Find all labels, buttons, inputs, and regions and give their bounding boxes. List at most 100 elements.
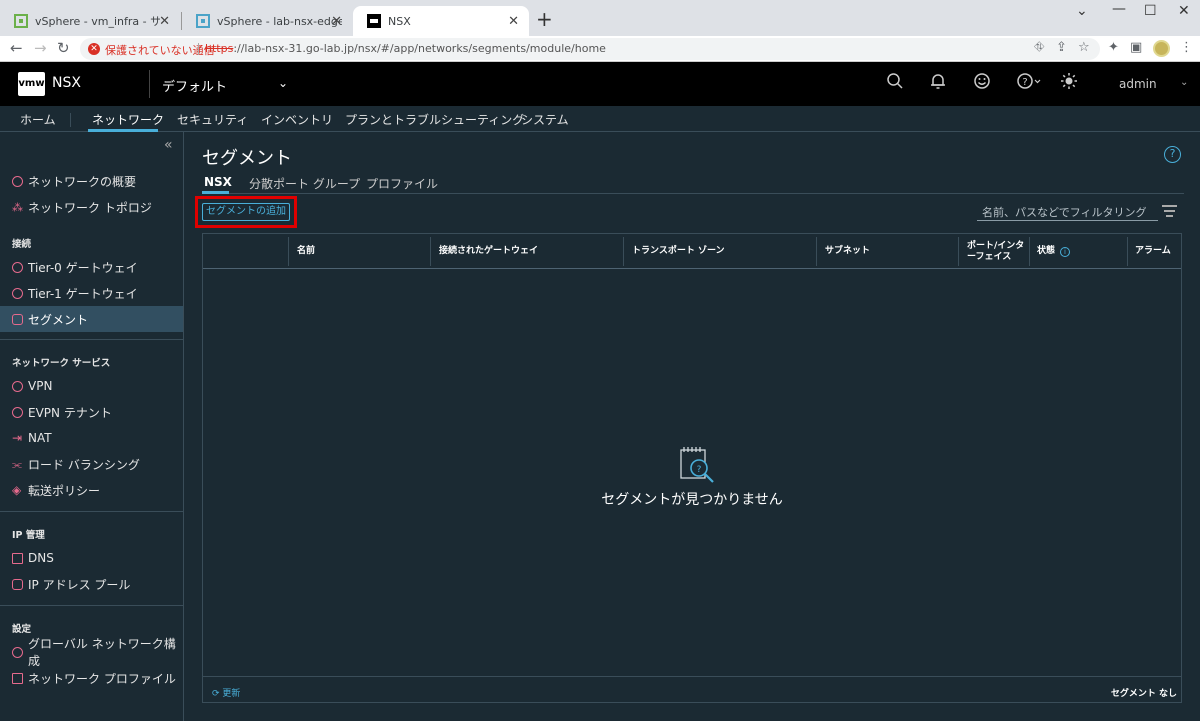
bell-icon[interactable] — [929, 72, 947, 96]
search-icon[interactable] — [886, 72, 904, 96]
side-panel-icon[interactable]: ▣ — [1130, 40, 1142, 56]
new-tab-icon[interactable]: + — [536, 8, 553, 30]
nav-home[interactable]: ホーム — [20, 111, 56, 128]
sidebar-item-evpn-tenant[interactable]: EVPN テナント — [0, 399, 183, 425]
nat-icon: ⇥ — [12, 430, 23, 445]
close-icon[interactable]: ✕ — [508, 14, 519, 29]
close-icon[interactable]: ✕ — [159, 14, 170, 29]
load-balancer-icon: ⫘ — [12, 457, 22, 471]
sidebar-item-dns[interactable]: DNS — [0, 545, 183, 571]
tab-distributed-port-groups[interactable]: 分散ポート グループ — [249, 175, 360, 192]
nav-system[interactable]: システム — [521, 111, 569, 128]
close-icon[interactable]: ✕ — [331, 14, 342, 29]
extensions-icon[interactable]: ✦ — [1108, 40, 1119, 56]
item-count: セグメント なし — [1110, 689, 1177, 699]
browser-tab-2[interactable]: vSphere - lab-nsx-edge-31 - サマ ✕ — [182, 6, 352, 36]
globe-icon — [12, 646, 23, 658]
nav-networking[interactable]: ネットワーク — [92, 111, 164, 128]
sidebar-item-network-overview[interactable]: ネットワークの概要 — [0, 168, 183, 194]
forwarding-icon: ◈ — [12, 482, 22, 497]
sidebar-item-tier0[interactable]: Tier-0 ゲートウェイ — [0, 254, 183, 280]
context-selector[interactable]: デフォルト — [162, 76, 227, 95]
sidebar-item-segments[interactable]: セグメント — [0, 306, 183, 332]
sidebar-item-global-networking-config[interactable]: グローバル ネットワーク構成 — [0, 637, 183, 668]
nav-security[interactable]: セキュリティ — [177, 111, 248, 128]
column-header-alarms[interactable]: アラーム — [1127, 234, 1181, 269]
chevron-down-icon[interactable]: ⌄ — [1076, 4, 1088, 18]
sidebar-item-vpn[interactable]: VPN — [0, 373, 183, 399]
empty-search-icon: ? — [680, 447, 714, 483]
segments-datagrid: 名前 接続されたゲートウェイ トランスポート ゾーン サブネット ポート/インタ… — [202, 233, 1182, 703]
vsphere-icon — [196, 14, 210, 28]
datagrid-header: 名前 接続されたゲートウェイ トランスポート ゾーン サブネット ポート/インタ… — [203, 234, 1181, 269]
refresh-button[interactable]: ⟳ 更新 — [212, 686, 240, 699]
datagrid-footer: ⟳ 更新 セグメント なし — [203, 676, 1181, 703]
dns-icon — [12, 552, 23, 564]
url-path: ://lab-nsx-31.go-lab.jp/nsx/#/app/networ… — [233, 42, 606, 55]
router-icon — [12, 287, 23, 299]
app-header: vmw NSX デフォルト ⌄ ? admin ⌄ — [0, 62, 1200, 106]
share-icon[interactable]: ⇪ — [1056, 40, 1067, 56]
main-nav: ホーム ネットワーク セキュリティ インベントリ プランとトラブルシューティング… — [0, 106, 1200, 132]
chevron-down-icon[interactable]: ⌄ — [1180, 77, 1188, 88]
help-icon[interactable]: ? — [1164, 146, 1181, 163]
url-scheme: https — [205, 42, 234, 55]
sidebar-item-network-topology[interactable]: ⁂ ネットワーク トポロジ — [0, 194, 183, 220]
info-icon[interactable]: i — [1060, 246, 1071, 257]
column-header-status[interactable]: 状態 i — [1029, 234, 1125, 269]
column-header-name[interactable]: 名前 — [289, 234, 429, 269]
address-bar-row: ← → ↻ ✕ 保護されていない通信 https://lab-nsx-31.go… — [0, 36, 1200, 62]
sidebar-item-network-profiles[interactable]: ネットワーク プロファイル — [0, 665, 183, 691]
bookmark-star-icon[interactable]: ☆ — [1078, 40, 1090, 56]
nav-inventory[interactable]: インベントリ — [261, 111, 333, 128]
sidebar-item-ip-address-pools[interactable]: IP アドレス プール — [0, 571, 183, 597]
profile-icon — [12, 672, 23, 684]
collapse-sidebar-icon[interactable]: « — [164, 137, 173, 153]
section-heading-connectivity: 接続 — [12, 239, 32, 250]
tab-nsx[interactable]: NSX — [204, 175, 232, 189]
chevron-down-icon[interactable]: ⌄ — [278, 76, 288, 90]
nav-plan-troubleshoot[interactable]: プランとトラブルシューティング — [345, 111, 524, 128]
vpn-icon — [12, 380, 23, 392]
url-input[interactable]: ✕ 保護されていない通信 https://lab-nsx-31.go-lab.j… — [80, 38, 1100, 60]
filter-input[interactable]: 名前、パスなどでフィルタリング — [977, 201, 1158, 221]
page-title: セグメント — [202, 148, 292, 169]
topology-icon: ⁂ — [12, 200, 23, 214]
column-header-subnets[interactable]: サブネット — [817, 234, 957, 269]
back-icon[interactable]: ← — [10, 39, 23, 57]
browser-tab-1[interactable]: vSphere - vm_infra - サマリ ✕ — [0, 6, 180, 36]
filter-icon[interactable] — [1162, 205, 1177, 220]
svg-text:?: ? — [697, 465, 702, 475]
theme-sun-icon[interactable] — [1060, 72, 1078, 96]
maximize-icon[interactable]: ☐ — [1144, 4, 1157, 18]
router-icon — [12, 261, 23, 273]
reload-icon[interactable]: ↻ — [57, 39, 70, 57]
tab-profiles[interactable]: プロファイル — [366, 175, 438, 192]
section-heading-ip-management: IP 管理 — [12, 530, 45, 541]
smiley-feedback-icon[interactable] — [973, 72, 991, 96]
svg-text:?: ? — [1022, 77, 1027, 88]
browser-tab-3[interactable]: NSX ✕ — [353, 6, 529, 36]
window-close-icon[interactable]: ✕ — [1178, 4, 1190, 18]
tab-active-indicator — [202, 191, 229, 194]
sidebar-item-nat[interactable]: ⇥ NAT — [0, 425, 183, 451]
ip-pool-icon — [12, 578, 23, 590]
more-menu-icon[interactable]: ⋮ — [1180, 40, 1193, 56]
warning-icon: ✕ — [88, 43, 100, 55]
segment-icon — [12, 313, 23, 325]
minimize-icon[interactable]: — — [1112, 2, 1126, 16]
empty-state-message: セグメントが見つかりません — [601, 492, 783, 508]
forward-icon[interactable]: → — [34, 39, 47, 57]
column-header-transport-zone[interactable]: トランスポート ゾーン — [624, 234, 814, 269]
sidebar-item-forwarding-policy[interactable]: ◈ 転送ポリシー — [0, 477, 183, 503]
avatar[interactable] — [1153, 40, 1170, 57]
help-icon[interactable]: ? — [1016, 72, 1042, 96]
evpn-icon — [12, 406, 23, 418]
column-header-ports-interfaces[interactable]: ポート/インターフェイス — [959, 234, 1029, 269]
nsx-icon — [367, 14, 381, 28]
column-header-connected-gateway[interactable]: 接続されたゲートウェイ — [431, 234, 621, 269]
user-menu[interactable]: admin — [1119, 77, 1157, 91]
translate-icon[interactable]: ⛗ — [1034, 40, 1044, 56]
sidebar-item-load-balancing[interactable]: ⫘ ロード バランシング — [0, 451, 183, 477]
sidebar-item-tier1[interactable]: Tier-1 ゲートウェイ — [0, 280, 183, 306]
